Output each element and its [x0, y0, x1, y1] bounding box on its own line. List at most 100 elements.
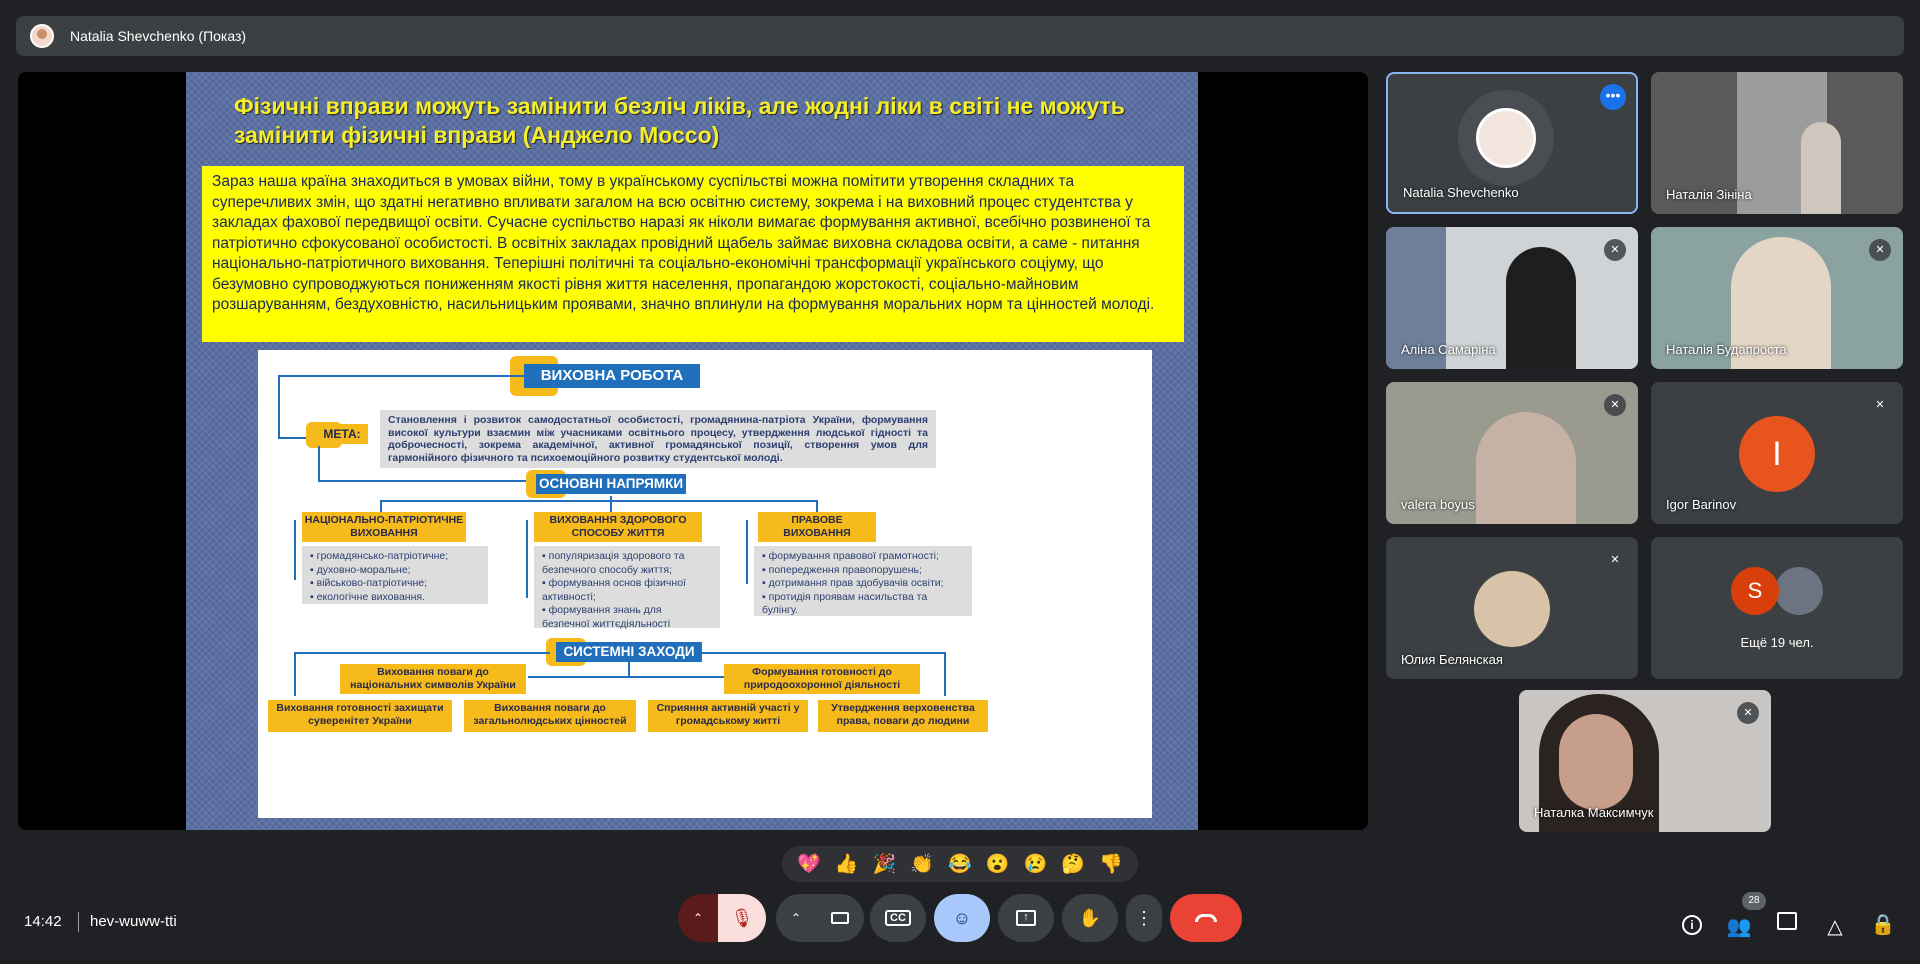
- participant-name: Igor Barinov: [1666, 497, 1737, 512]
- end-call-icon: [1195, 914, 1217, 922]
- avatar: [1476, 108, 1536, 168]
- present-button[interactable]: ↑: [998, 894, 1054, 942]
- diagram: ВИХОВНА РОБОТА МЕТА: Становлення і розви…: [258, 350, 1152, 818]
- meta-text: Становлення і розвиток самодостатньої ос…: [380, 410, 936, 468]
- sad-reaction-button[interactable]: 😢: [1024, 852, 1048, 876]
- more-participants-label: Ещё 19 чел.: [1740, 635, 1814, 650]
- avatar: S: [1731, 567, 1779, 615]
- presentation-stage: Фізичні вправи можуть замінити безліч лі…: [18, 72, 1368, 830]
- slide: Фізичні вправи можуть замінити безліч лі…: [186, 72, 1198, 830]
- avatar: [1775, 567, 1823, 615]
- captions-icon: CC: [885, 910, 911, 926]
- col3-list: ▪ формування правової грамотності; ▪ поп…: [754, 546, 972, 616]
- thumbs-down-reaction-button[interactable]: 👎: [1099, 852, 1123, 876]
- camera-button[interactable]: [816, 894, 864, 942]
- col2-title: ВИХОВАННЯ ЗДОРОВОГО СПОСОБУ ЖИТТЯ: [534, 512, 702, 542]
- col2-list: ▪ популяризація здорового та безпечного …: [534, 546, 720, 630]
- clock: 14:42: [24, 913, 62, 930]
- participant-name: Natalia Shevchenko: [1403, 185, 1519, 200]
- avatar: [1474, 571, 1550, 647]
- surprised-reaction-button[interactable]: 😮: [986, 852, 1010, 876]
- participant-name: Аліна Самаріна: [1401, 342, 1496, 357]
- more-vert-icon: ⋮: [1135, 907, 1153, 928]
- meeting-code: hev-wuww-tti: [90, 913, 177, 930]
- systemic-item-6: Утвердження верховенства права, поваги д…: [818, 700, 988, 732]
- more-options-icon[interactable]: •••: [1600, 84, 1626, 110]
- captions-button[interactable]: CC: [870, 894, 926, 942]
- list-item: ▪ дотримання прав здобувачів освіти;: [762, 577, 944, 589]
- participant-name: Наталія Зініна: [1666, 187, 1752, 202]
- mic-off-icon: ✕: [1604, 549, 1626, 571]
- systemic-title: СИСТЕМНІ ЗАХОДИ: [556, 642, 702, 662]
- presenter-bar: Natalia Shevchenko (Показ): [16, 16, 1904, 56]
- participant-tile[interactable]: Наталія Зініна: [1651, 72, 1903, 214]
- participant-name: Наталка Максимчук: [1534, 805, 1654, 820]
- smile-icon: ☺: [952, 907, 972, 928]
- heart-reaction-button[interactable]: 💖: [797, 852, 821, 876]
- participant-tile[interactable]: ••• Natalia Shevchenko: [1386, 72, 1638, 214]
- participant-name: Наталія Будапроста: [1666, 342, 1787, 357]
- party-reaction-button[interactable]: 🎉: [873, 852, 897, 876]
- more-options-button[interactable]: ⋮: [1126, 894, 1162, 942]
- list-item: ▪ формування основ фізичної активності;: [542, 577, 686, 603]
- col1-title: НАЦІОНАЛЬНО-ПАТРІОТИЧНЕ ВИХОВАННЯ: [302, 512, 466, 542]
- clap-reaction-button[interactable]: 👏: [910, 852, 934, 876]
- col3-title: ПРАВОВЕ ВИХОВАННЯ: [758, 512, 876, 542]
- participant-name: Юлия Белянская: [1401, 652, 1503, 667]
- mic-off-icon: ✕: [1604, 394, 1626, 416]
- reactions-button[interactable]: ☺: [934, 894, 990, 942]
- mic-off-icon: ✕: [1737, 702, 1759, 724]
- reactions-bar: 💖 👍 🎉 👏 😂 😮 😢 🤔 👎: [782, 846, 1138, 882]
- participant-tile[interactable]: ✕ Юлия Белянская: [1386, 537, 1638, 679]
- people-icon[interactable]: 👥: [1724, 914, 1754, 939]
- presenter-label: Natalia Shevchenko (Показ): [70, 28, 247, 44]
- diagram-main-title: ВИХОВНА РОБОТА: [524, 364, 700, 388]
- camera-icon: [831, 912, 849, 924]
- systemic-item-5: Сприяння активній участі у громадському …: [648, 700, 808, 732]
- meta-label: МЕТА:: [316, 424, 368, 444]
- systemic-item-3: Виховання готовності захищати сувереніте…: [268, 700, 452, 732]
- participant-tile[interactable]: ✕ Наталія Будапроста: [1651, 227, 1903, 369]
- thinking-reaction-button[interactable]: 🤔: [1061, 852, 1085, 876]
- present-icon: ↑: [1016, 910, 1036, 926]
- list-item: ▪ попередження правопорушень;: [762, 563, 922, 576]
- host-controls-icon[interactable]: 🔒: [1868, 912, 1898, 937]
- list-item: ▪ громадянсько-патріотичне;: [310, 550, 449, 562]
- mic-off-icon: ✕: [1869, 239, 1891, 261]
- mic-off-icon: 🎙: [730, 907, 754, 928]
- participant-name: valera boyus: [1401, 497, 1475, 512]
- list-item: ▪ військово-патріотичне;: [310, 577, 428, 589]
- more-participants-tile[interactable]: S Ещё 19 чел.: [1651, 537, 1903, 679]
- control-bar: 14:42 hev-wuww-tti ⌃ 🎙 ⌃ CC ☺ ↑ ✋ ⋮ i 👥 …: [0, 880, 1920, 964]
- hand-icon: ✋: [1078, 907, 1102, 928]
- laugh-reaction-button[interactable]: 😂: [948, 852, 972, 876]
- divider: [78, 912, 79, 932]
- directions-title: ОСНОВНІ НАПРЯМКИ: [536, 474, 686, 494]
- list-item: ▪ екологічне виховання.: [310, 590, 425, 603]
- avatar: I: [1739, 416, 1815, 492]
- list-item: ▪ протидія проявам насильства та булінгу…: [762, 590, 928, 617]
- slide-title: Фізичні вправи можуть замінити безліч лі…: [234, 93, 1125, 148]
- leave-call-button[interactable]: [1170, 894, 1242, 942]
- mic-off-button[interactable]: 🎙: [718, 894, 766, 942]
- slide-intro-text: Зараз наша країна знаходиться в умовах в…: [202, 166, 1184, 342]
- participant-tile[interactable]: I ✕ Igor Barinov: [1651, 382, 1903, 524]
- thumbs-up-reaction-button[interactable]: 👍: [835, 852, 859, 876]
- raise-hand-button[interactable]: ✋: [1062, 894, 1118, 942]
- col1-list: ▪ громадянсько-патріотичне; ▪ духовно-мо…: [302, 546, 488, 604]
- list-item: ▪ духовно-моральне;: [310, 563, 411, 576]
- participant-tile[interactable]: ✕ Наталка Максимчук: [1519, 690, 1771, 832]
- participant-tile[interactable]: ✕ valera boyus: [1386, 382, 1638, 524]
- camera-options-button[interactable]: ⌃: [776, 894, 816, 942]
- participant-tile[interactable]: ✕ Аліна Самаріна: [1386, 227, 1638, 369]
- mic-off-icon: ✕: [1869, 394, 1891, 416]
- presenter-avatar: [30, 24, 54, 48]
- activities-icon[interactable]: △: [1820, 914, 1850, 939]
- list-item: ▪ формування знань для безпечної життєді…: [542, 604, 671, 630]
- list-item: ▪ формування правової грамотності;: [762, 550, 939, 562]
- systemic-item-2: Формування готовності до природоохоронно…: [724, 664, 920, 694]
- info-icon[interactable]: i: [1677, 912, 1707, 935]
- mic-options-button[interactable]: ⌃: [678, 894, 718, 942]
- chat-icon[interactable]: [1772, 912, 1802, 936]
- list-item: ▪ популяризація здорового та безпечного …: [542, 550, 685, 576]
